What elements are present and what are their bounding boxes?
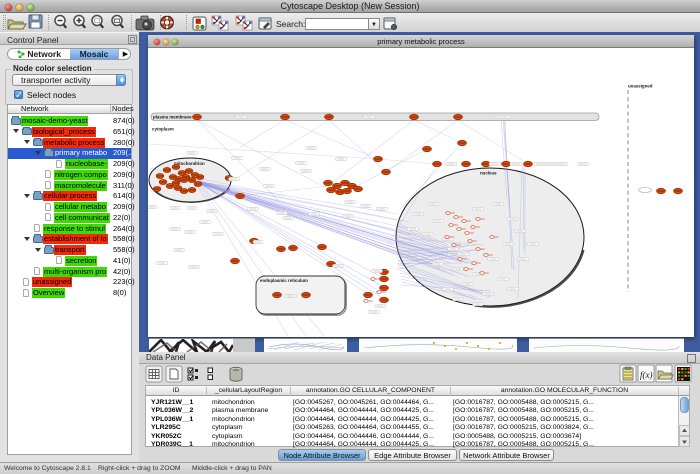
svg-text:f(x): f(x)	[640, 370, 653, 380]
svg-text:nucleus: nucleus	[480, 171, 497, 176]
svg-text:endoplasmic reticulum: endoplasmic reticulum	[260, 278, 308, 283]
svg-text:cytoplasm: cytoplasm	[152, 127, 174, 132]
svg-text:plasma membrane: plasma membrane	[153, 115, 192, 120]
svg-text:unassigned: unassigned	[628, 84, 653, 89]
